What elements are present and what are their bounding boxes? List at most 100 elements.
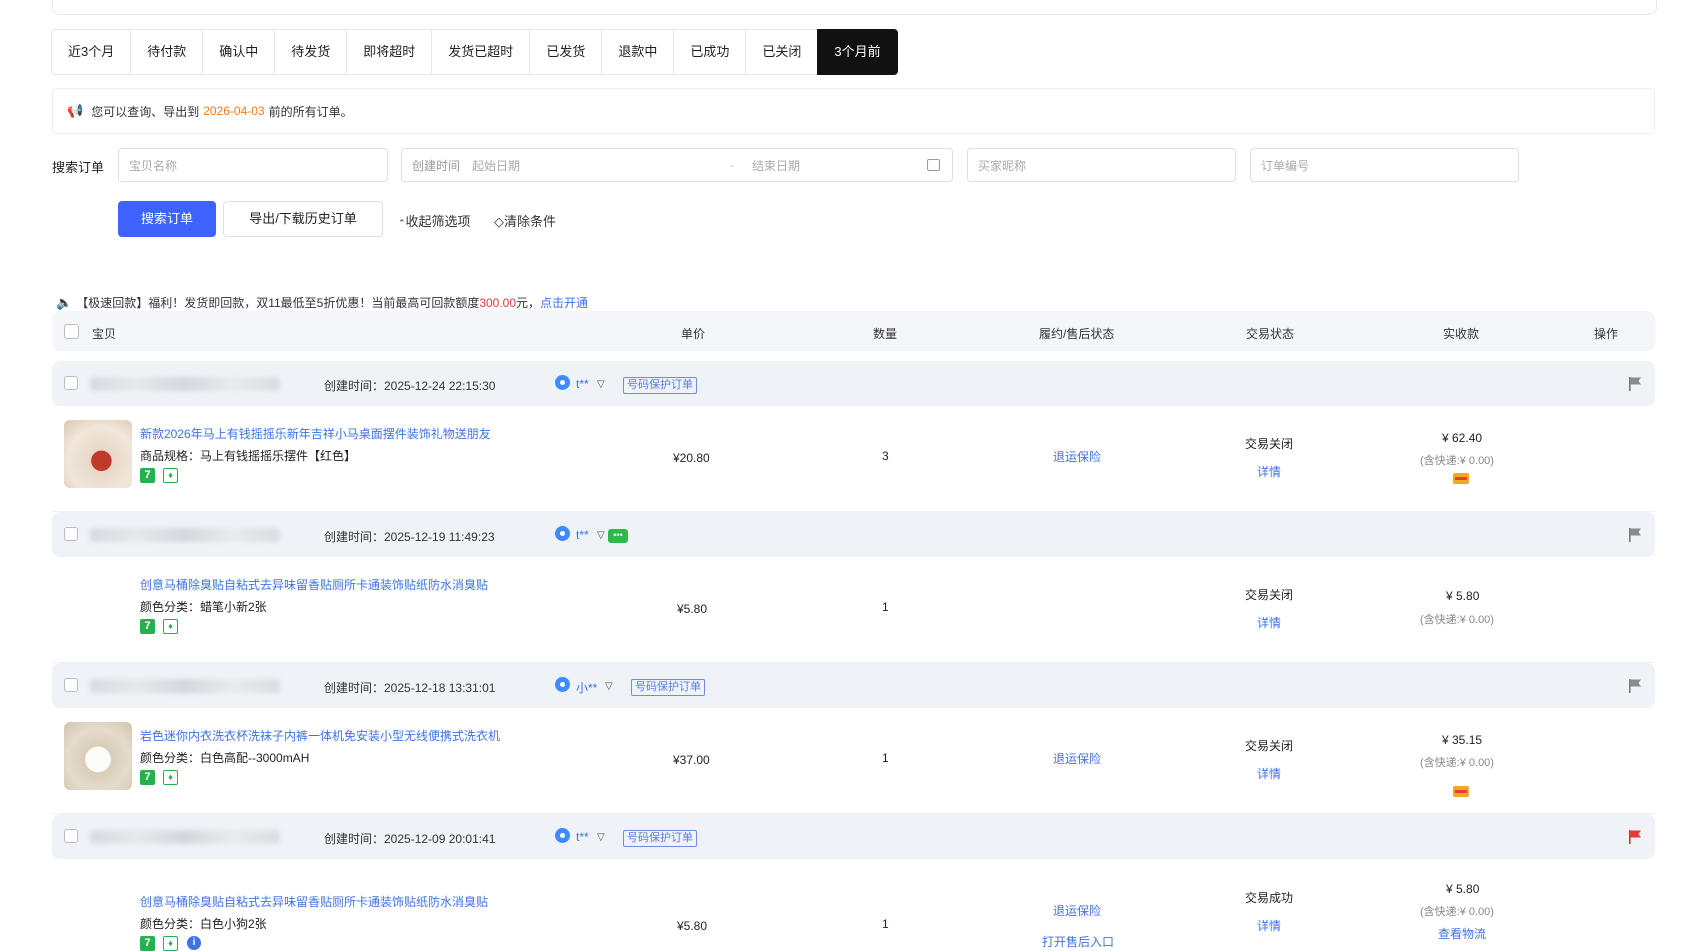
tab-succeeded[interactable]: 已成功 <box>673 29 747 75</box>
col-operations: 操作 <box>1594 327 1619 341</box>
return-insurance-link[interactable]: 退运保险 <box>1053 902 1101 919</box>
chat-icon[interactable] <box>555 375 570 391</box>
tab-ship-overdue[interactable]: 发货已超时 <box>431 29 531 75</box>
trade-status: 交易关闭 <box>1245 437 1294 451</box>
start-date-input[interactable]: 起始日期 <box>472 157 520 174</box>
unit-price: ¥5.80 <box>677 602 708 616</box>
order-created-time: 创建时间：2025-12-24 22:15:30 <box>324 379 496 393</box>
fast-payment-promo: 🔈 【极速回款】福利！发货即回款，双11最低至5折优惠！当前最高可回款额度 30… <box>56 294 588 311</box>
order-checkbox[interactable] <box>64 678 78 692</box>
col-paid-amount: 实收款 <box>1443 327 1480 341</box>
product-name-link[interactable]: 岩色迷你内衣洗衣杯洗袜子内裤一体机免安装小型无线便携式洗衣机 <box>140 727 500 744</box>
order-checkbox[interactable] <box>64 376 78 390</box>
clear-conditions-link[interactable]: ◇清除条件 <box>494 211 556 230</box>
trade-status: 交易成功 <box>1245 891 1294 905</box>
flag-icon[interactable] <box>1629 528 1642 542</box>
unit-price: ¥5.80 <box>677 919 708 933</box>
shipping-insurance-icon: ♦ <box>163 468 178 483</box>
shipping-fee-note: (含快递:¥ 0.00) <box>1420 614 1494 626</box>
redacted-order-id <box>90 830 280 844</box>
number-protection-tag: 号码保护订单 <box>631 679 705 696</box>
top-panel-edge <box>52 0 1657 15</box>
flag-icon[interactable] <box>1629 679 1642 693</box>
tab-recent-3-months[interactable]: 近3个月 <box>51 29 132 75</box>
filter-icon[interactable]: ▽ <box>597 379 605 390</box>
product-thumbnail[interactable] <box>64 420 132 488</box>
search-orders-button[interactable]: 搜索订单 <box>118 201 216 237</box>
select-all-checkbox[interactable] <box>64 324 79 339</box>
buyer-nickname[interactable]: 小** <box>576 679 597 696</box>
tab-to-ship[interactable]: 待发货 <box>274 29 348 75</box>
search-label: 搜索订单 <box>52 160 105 175</box>
promo-amount: 300.00 <box>479 295 517 310</box>
filter-icon[interactable]: ▽ <box>597 530 605 541</box>
end-date-input[interactable]: 结束日期 <box>752 157 800 174</box>
return-insurance-link[interactable]: 退运保险 <box>1053 448 1101 465</box>
flag-icon[interactable] <box>1629 377 1642 391</box>
product-name-link[interactable]: 新款2026年马上有钱摇摇乐新年吉祥小马桌面摆件装饰礼物送朋友 <box>140 425 491 442</box>
collapse-filters-link[interactable]: ⌃收起筛选项 <box>398 211 471 230</box>
info-icon[interactable]: i <box>187 936 201 950</box>
detail-link[interactable]: 详情 <box>1257 463 1281 480</box>
buyer-nickname-input[interactable]: 买家昵称 <box>967 148 1236 182</box>
chat-icon[interactable] <box>555 677 570 693</box>
notice-prefix: 您可以查询、导出到 <box>91 104 200 119</box>
tab-older-than-3-months[interactable]: 3个月前 <box>817 29 898 75</box>
buyer-nickname[interactable]: t** <box>576 528 589 542</box>
order-checkbox[interactable] <box>64 829 78 843</box>
quantity: 1 <box>882 600 889 614</box>
buyer-nickname[interactable]: t** <box>576 830 589 844</box>
open-after-sales-link[interactable]: 打开售后入口 <box>1042 933 1114 950</box>
message-icon[interactable]: ••• <box>608 529 628 543</box>
tab-refunding[interactable]: 退款中 <box>601 29 675 75</box>
filter-icon[interactable]: ▽ <box>597 832 605 843</box>
number-protection-tag: 号码保护订单 <box>623 830 697 847</box>
product-spec: 颜色分类：蜡笔小新2张 <box>140 600 267 614</box>
tab-closed[interactable]: 已关闭 <box>745 29 819 75</box>
quantity: 1 <box>882 917 889 931</box>
paid-amount: ¥ 62.40 <box>1442 431 1483 445</box>
tab-pending-payment[interactable]: 待付款 <box>130 29 204 75</box>
return-insurance-link[interactable]: 退运保险 <box>1053 750 1101 767</box>
calendar-icon[interactable] <box>927 159 940 171</box>
created-time-label: 创建时间 <box>412 158 461 173</box>
product-name-link[interactable]: 创意马桶除臭贴自粘式去异味留香贴厕所卡通装饰贴纸防水消臭贴 <box>140 576 488 593</box>
table-header <box>52 311 1655 351</box>
seven-day-return-icon: 7 <box>140 770 155 785</box>
view-logistics-link[interactable]: 查看物流 <box>1438 925 1486 942</box>
trade-status: 交易关闭 <box>1245 739 1294 753</box>
shipping-fee-note: (含快递:¥ 0.00) <box>1420 455 1494 467</box>
detail-link[interactable]: 详情 <box>1257 917 1281 934</box>
trade-status: 交易关闭 <box>1245 588 1294 602</box>
eraser-icon: ◇ <box>494 214 504 229</box>
export-history-button[interactable]: 导出/下载历史订单 <box>223 201 383 237</box>
product-name-link[interactable]: 创意马桶除臭贴自粘式去异味留香贴厕所卡通装饰贴纸防水消臭贴 <box>140 893 488 910</box>
detail-link[interactable]: 详情 <box>1257 765 1281 782</box>
product-spec: 颜色分类：白色高配--3000mAH <box>140 751 310 765</box>
promo-unit: 元， <box>516 296 541 310</box>
shipping-insurance-icon: ♦ <box>163 770 178 785</box>
promo-text: 【极速回款】福利！发货即回款，双11最低至5折优惠！当前最高可回款额度 <box>76 296 480 310</box>
chat-icon[interactable] <box>555 526 570 542</box>
clear-conditions-label: 清除条件 <box>504 214 557 229</box>
tab-about-to-timeout[interactable]: 即将超时 <box>346 29 433 75</box>
chat-icon[interactable] <box>555 828 570 844</box>
redacted-order-id <box>90 528 280 542</box>
detail-link[interactable]: 详情 <box>1257 614 1281 631</box>
shipping-fee-note: (含快递:¥ 0.00) <box>1420 757 1494 769</box>
order-created-time: 创建时间：2025-12-18 13:31:01 <box>324 681 496 695</box>
filter-icon[interactable]: ▽ <box>605 681 613 692</box>
buyer-nickname[interactable]: t** <box>576 377 589 391</box>
shipping-insurance-icon: ♦ <box>163 619 178 634</box>
tab-confirming[interactable]: 确认中 <box>202 29 276 75</box>
item-name-input[interactable]: 宝贝名称 <box>118 148 388 182</box>
red-flag-icon[interactable] <box>1629 830 1642 844</box>
created-date-range[interactable]: 创建时间 起始日期 - 结束日期 <box>401 148 953 182</box>
order-checkbox[interactable] <box>64 527 78 541</box>
promo-activate-link[interactable]: 点击开通 <box>540 294 588 311</box>
order-header <box>52 361 1655 406</box>
tab-shipped[interactable]: 已发货 <box>529 29 603 75</box>
paid-amount: ¥ 5.80 <box>1446 882 1480 896</box>
order-number-input[interactable]: 订单编号 <box>1250 148 1519 182</box>
product-thumbnail[interactable] <box>64 722 132 790</box>
